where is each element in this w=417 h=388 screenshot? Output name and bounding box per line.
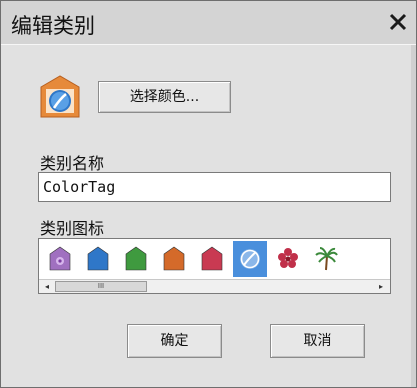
title-divider [1,44,416,45]
ball-icon[interactable] [233,241,267,277]
category-icon-label: 类别图标 [40,219,105,238]
category-name-input[interactable]: ColorTag [38,172,391,202]
category-name-label: 类别名称 [40,154,105,173]
category-icon-list: ◂ III ▸ [38,238,391,294]
category-preview-icon [39,75,81,119]
palm-tree-icon[interactable] [309,241,343,277]
title-bar: 编辑类别 [1,1,416,45]
purple-tag-icon[interactable] [43,241,77,277]
green-tag-icon[interactable] [119,241,153,277]
cancel-button[interactable]: 取消 [270,324,365,358]
close-icon[interactable] [387,11,409,33]
blue-tag-icon[interactable] [81,241,115,277]
orange-tag-icon[interactable] [157,241,191,277]
edit-category-dialog: 编辑类别 选择颜色... 类别名称 ColorTag 类别图标 ◂ III ▸ … [0,0,417,388]
dialog-title: 编辑类别 [11,14,95,38]
right-edge [411,45,416,387]
scroll-right-arrow[interactable]: ▸ [375,281,387,292]
horizontal-scrollbar[interactable]: ◂ III ▸ [39,279,390,293]
ok-button[interactable]: 确定 [127,324,222,358]
scroll-left-arrow[interactable]: ◂ [41,281,53,292]
flower-icon[interactable] [271,241,305,277]
red-tag-icon[interactable] [195,241,229,277]
scroll-thumb[interactable]: III [55,281,147,292]
choose-color-button[interactable]: 选择颜色... [98,81,231,113]
